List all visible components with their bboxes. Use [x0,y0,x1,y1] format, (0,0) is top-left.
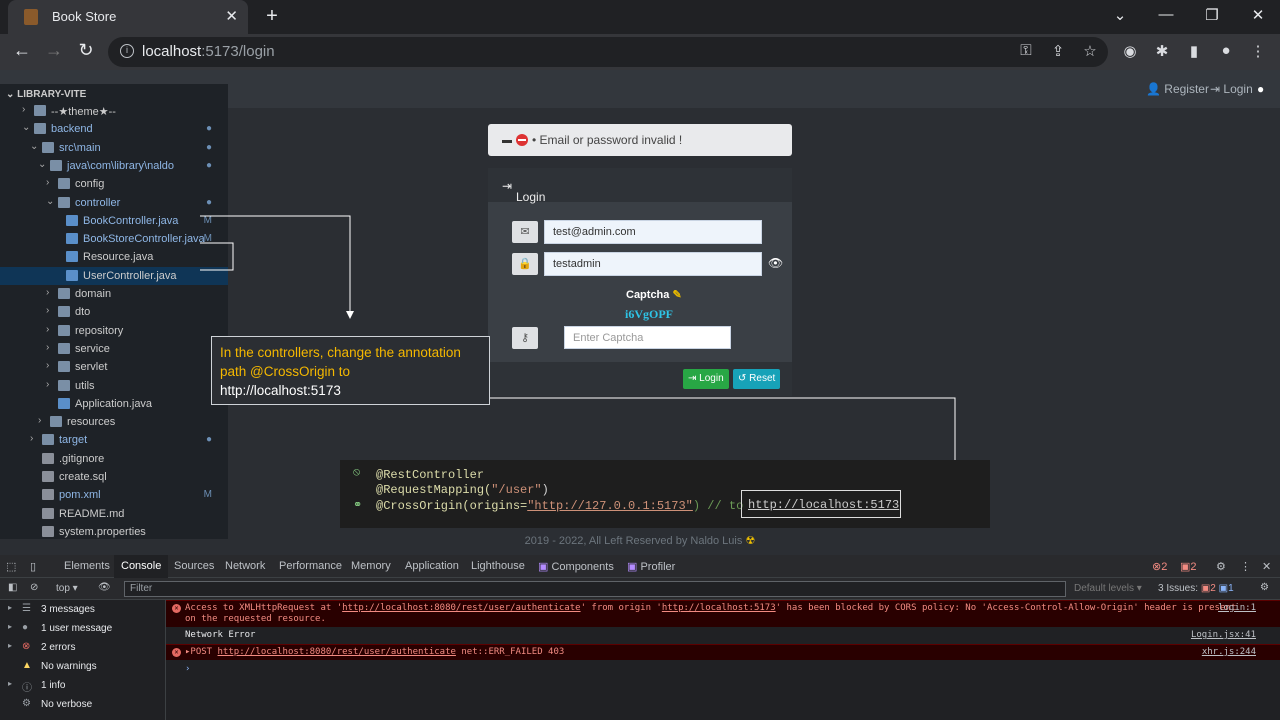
log-post-url-link[interactable]: http://localhost:8080/rest/user/authenti… [218,647,456,657]
code-line-3: @CrossOrigin(origins="http://127.0.0.1:5… [376,499,744,513]
issues-button[interactable]: 3 Issues: ▣2 ▣1 [1158,583,1234,594]
log-source-link[interactable]: xhr.js:244 [1202,647,1256,658]
tab-profiler[interactable]: ▣ Profiler [627,560,675,573]
console-sidebar: ▸ ☰ 3 messages ▸ ● 1 user message ▸ ⊗ 2 errors… [0,600,166,720]
tab-performance[interactable]: Performance [279,560,342,572]
info-icon: ⓘ [22,683,32,694]
tab-components[interactable]: ▣ Components [538,560,614,573]
warning-count-badge[interactable]: ▣2 [1180,560,1197,573]
console-error-cors: ✕ Access to XMLHttpRequest at 'http://lo… [166,600,1280,627]
tab-console[interactable]: Console [114,555,169,578]
log-source-link[interactable]: login:1 [1218,603,1256,614]
console-error-post: ✕ ▸POST http://localhost:8080/rest/user/… [166,644,1280,660]
side-messages[interactable]: ▸ ☰ 3 messages [0,600,166,619]
verbose-gear-icon: ⚙ [22,698,31,709]
console-network-error: Network Error Login.jsx:41 [185,630,1256,641]
side-user-messages[interactable]: ▸ ● 1 user message [0,619,166,638]
clear-console-icon[interactable]: ⊘ [30,582,38,593]
inspect-element-icon[interactable]: ⬚ [6,560,16,573]
warning-icon: ▲ [22,660,32,671]
tab-network[interactable]: Network [225,560,265,572]
no-symbol-icon: ⦸ [353,467,361,479]
console-prompt[interactable]: › [166,662,1280,677]
code-line-2: @RequestMapping("/user") [376,483,549,497]
error-count-badge[interactable]: ⊗2 [1152,560,1167,573]
live-expression-eye-icon[interactable]: 👁 [98,582,111,593]
list-icon: ☰ [22,603,31,614]
device-toolbar-icon[interactable]: ▯ [30,560,36,573]
log-url-link[interactable]: http://localhost:8080/rest/user/authenti… [342,603,580,613]
devtools-menu-icon[interactable]: ⋮ [1240,560,1251,573]
error-x-icon: ✕ [172,604,181,613]
side-errors[interactable]: ▸ ⊗ 2 errors [0,638,166,657]
close-devtools-icon[interactable]: ✕ [1262,560,1271,573]
side-warnings[interactable]: ▲ No warnings [0,657,166,676]
log-source-link[interactable]: Login.jsx:41 [1191,630,1256,641]
devtools-panel: ⬚ ▯ Elements Console Sources Network Per… [0,555,1280,720]
console-settings-icon[interactable]: ⚙ [1260,582,1269,593]
devtools-tabs: ⬚ ▯ Elements Console Sources Network Per… [0,555,1280,578]
error-x-icon: ✕ [172,648,181,657]
settings-gear-icon[interactable]: ⚙ [1216,560,1226,573]
log-origin-link[interactable]: http://localhost:5173 [662,603,776,613]
instruction-callout: In the controllers, change the annotatio… [211,336,490,405]
console-filter-input[interactable]: Filter [124,581,1066,597]
react-icon: ▣ [538,561,549,573]
context-select[interactable]: top ▾ [56,583,78,594]
user-icon: ● [22,622,29,633]
code-line-1: @RestController [376,468,485,482]
tab-application[interactable]: Application [405,560,459,572]
side-verbose[interactable]: ⚙ No verbose [0,695,166,714]
code-snippet: ⦸ @RestController @RequestMapping("/user… [340,460,990,528]
console-log: ✕ Access to XMLHttpRequest at 'http://lo… [166,600,1280,720]
react-profiler-icon: ▣ [627,561,638,573]
log-levels-select[interactable]: Default levels ▾ [1074,583,1142,594]
replacement-url-box: http://localhost:5173 [741,490,901,518]
tab-memory[interactable]: Memory [351,560,391,572]
error-icon: ⊗ [22,641,31,652]
sidebar-toggle-icon[interactable]: ◧ [8,582,17,593]
link-gutter-icon: ⚭ [353,500,363,512]
tab-lighthouse[interactable]: Lighthouse [471,560,525,572]
side-info[interactable]: ▸ ⓘ 1 info [0,676,166,695]
tab-elements[interactable]: Elements [64,560,110,572]
console-filter-bar: ◧ ⊘ top ▾ 👁 Filter Default levels ▾ 3 Is… [0,578,1280,600]
tab-sources[interactable]: Sources [174,560,214,572]
